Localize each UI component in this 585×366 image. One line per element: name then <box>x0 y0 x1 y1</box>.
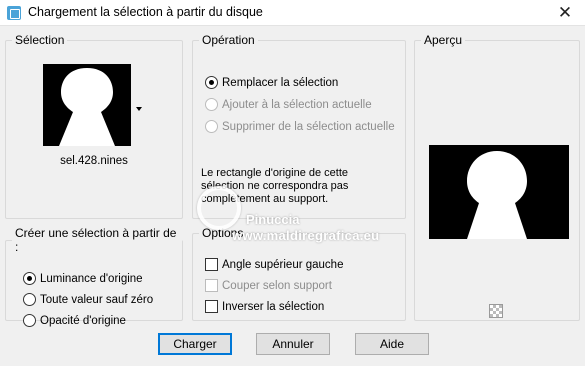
checkbox-invert-selection[interactable]: Inverser la sélection <box>205 300 324 313</box>
keyhole-preview-image <box>429 145 569 239</box>
load-button[interactable]: Charger <box>158 333 232 355</box>
radio-button[interactable] <box>205 98 218 111</box>
radio-button[interactable] <box>205 120 218 133</box>
radio-label: Luminance d'origine <box>40 272 143 285</box>
operation-legend: Opération <box>202 33 255 47</box>
selection-legend: Sélection <box>15 33 65 47</box>
checkbox-label: Inverser la sélection <box>222 300 325 313</box>
watermark-logo <box>197 186 241 230</box>
radio-button[interactable] <box>23 314 36 327</box>
checkbox-clip-to-canvas[interactable]: Couper selon support <box>205 279 332 292</box>
options-group: Options Angle supérieur gauche Couper se… <box>192 226 406 321</box>
radio-source-opacity[interactable]: Opacité d'origine <box>23 314 126 327</box>
radio-replace-selection[interactable]: Remplacer la sélection <box>205 76 338 89</box>
checkbox-label: Couper selon support <box>222 279 332 292</box>
radio-add-to-selection[interactable]: Ajouter à la sélection actuelle <box>205 98 372 111</box>
radio-label: Opacité d'origine <box>40 314 126 327</box>
radio-button[interactable] <box>23 272 36 285</box>
dropdown-arrow-icon[interactable] <box>136 107 142 111</box>
preview-legend: Aperçu <box>424 33 463 47</box>
selection-group: Sélection sel.428.nines <box>5 33 183 219</box>
create-from-group: Créer une sélection à partir de : Lumina… <box>5 226 183 327</box>
radio-source-luminance[interactable]: Luminance d'origine <box>23 272 143 285</box>
radio-button[interactable] <box>23 293 36 306</box>
checkbox[interactable] <box>205 258 218 271</box>
checkbox[interactable] <box>205 279 218 292</box>
app-icon <box>7 6 21 20</box>
selection-file-name: sel.428.nines <box>60 155 128 167</box>
window-title: Chargement la sélection à partir du disq… <box>28 5 263 19</box>
checkbox-upper-left-corner[interactable]: Angle supérieur gauche <box>205 258 343 271</box>
create-from-legend: Créer une sélection à partir de : <box>15 226 177 254</box>
preview-group: Aperçu <box>414 33 580 321</box>
checkbox[interactable] <box>205 300 218 313</box>
radio-label: Ajouter à la sélection actuelle <box>222 98 372 111</box>
title-bar: Chargement la sélection à partir du disq… <box>0 0 585 26</box>
preview-image <box>429 145 569 239</box>
selection-thumbnail[interactable] <box>43 64 131 146</box>
radio-subtract-from-selection[interactable]: Supprimer de la sélection actuelle <box>205 120 395 133</box>
radio-label: Toute valeur sauf zéro <box>40 293 154 306</box>
radio-label: Supprimer de la sélection actuelle <box>222 120 395 133</box>
radio-any-non-zero[interactable]: Toute valeur sauf zéro <box>23 293 153 306</box>
cancel-button[interactable]: Annuler <box>256 333 330 355</box>
keyhole-thumbnail-image <box>43 64 131 146</box>
help-button[interactable]: Aide <box>355 333 429 355</box>
radio-button[interactable] <box>205 76 218 89</box>
checkbox-label: Angle supérieur gauche <box>222 258 344 271</box>
transparency-grid-icon[interactable] <box>489 304 503 318</box>
radio-label: Remplacer la sélection <box>222 76 339 89</box>
close-button[interactable]: ✕ <box>545 0 585 26</box>
